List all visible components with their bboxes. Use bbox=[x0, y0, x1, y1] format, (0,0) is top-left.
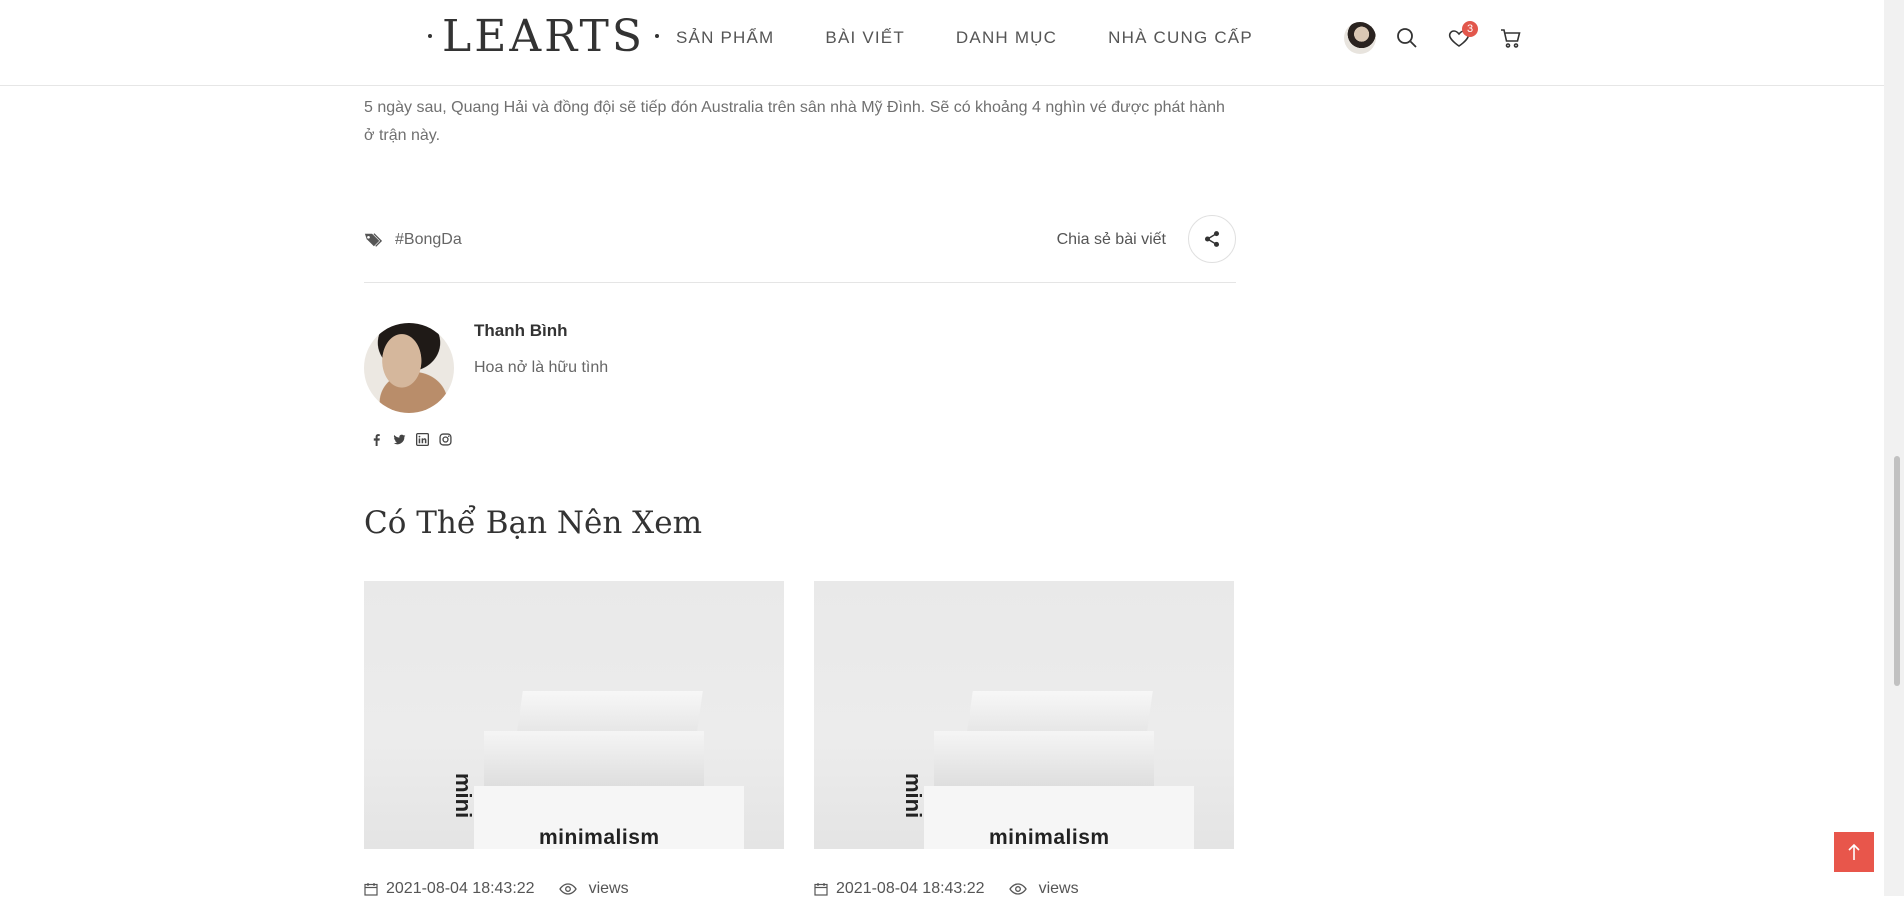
author-bio: Hoa nở là hữu tình bbox=[474, 359, 609, 376]
article-tag[interactable]: #BongDa bbox=[395, 231, 462, 249]
wishlist-count-badge: 3 bbox=[1462, 21, 1478, 37]
author-socials bbox=[370, 433, 452, 446]
logo-dot-right bbox=[654, 34, 659, 38]
logo-dot-left bbox=[428, 34, 432, 38]
user-avatar[interactable] bbox=[1344, 22, 1376, 54]
related-card-date: 2021-08-04 18:43:22 bbox=[836, 880, 985, 897]
nav-item-products[interactable]: SẢN PHẨM bbox=[676, 28, 774, 48]
nav-item-categories[interactable]: DANH MỤC bbox=[956, 28, 1057, 48]
book-cover-text: minimalism bbox=[539, 826, 660, 849]
related-card[interactable]: minimalism mini 2021-08-04 18:43:22 view… bbox=[814, 581, 1234, 898]
linkedin-icon[interactable] bbox=[416, 433, 429, 446]
tags-icon bbox=[364, 233, 382, 247]
nav-item-articles[interactable]: BÀI VIẾT bbox=[825, 28, 905, 48]
book-illustration-middle bbox=[484, 731, 704, 791]
facebook-icon[interactable] bbox=[370, 433, 383, 446]
share-icon bbox=[1204, 231, 1220, 247]
page-scrollbar[interactable] bbox=[1884, 0, 1904, 896]
book-spine-text: mini bbox=[451, 773, 476, 819]
logo[interactable]: LEARTS bbox=[428, 10, 659, 62]
author-name[interactable]: Thanh Bình bbox=[474, 321, 567, 341]
related-card[interactable]: minimalism mini 2021-08-04 18:43:22 view… bbox=[364, 581, 784, 898]
site-header: LEARTS SẢN PHẨM BÀI VIẾT DANH MỤC NHÀ CU… bbox=[0, 0, 1884, 86]
calendar-icon bbox=[364, 883, 378, 896]
nav-item-suppliers[interactable]: NHÀ CUNG CẤP bbox=[1108, 28, 1253, 48]
logo-text: LEARTS bbox=[442, 10, 645, 62]
calendar-icon bbox=[814, 883, 828, 896]
share-button[interactable] bbox=[1188, 215, 1236, 263]
share-label: Chia sẻ bài viết bbox=[1056, 231, 1166, 248]
related-card-meta: 2021-08-04 18:43:22 views bbox=[364, 880, 784, 898]
related-card-views: views bbox=[558, 880, 629, 898]
article-paragraph: 5 ngày sau, Quang Hải và đồng đội sẽ tiế… bbox=[364, 99, 1225, 144]
eye-icon bbox=[558, 883, 577, 895]
twitter-icon[interactable] bbox=[393, 433, 406, 446]
eye-icon bbox=[1008, 883, 1027, 895]
related-card-image[interactable]: minimalism mini bbox=[364, 581, 784, 849]
book-cover-text: minimalism bbox=[989, 826, 1110, 849]
related-card-views-label: views bbox=[1038, 880, 1079, 897]
tag-share-row: #BongDa Chia sẻ bài viết bbox=[364, 215, 1236, 267]
header-actions: 3 bbox=[1344, 21, 1548, 54]
instagram-icon[interactable] bbox=[439, 433, 452, 446]
related-card-date: 2021-08-04 18:43:22 bbox=[386, 880, 535, 897]
search-icon[interactable] bbox=[1392, 23, 1422, 53]
cart-icon[interactable] bbox=[1496, 23, 1526, 53]
related-card-views: views bbox=[1008, 880, 1079, 898]
wishlist-icon[interactable]: 3 bbox=[1444, 21, 1478, 53]
related-card-views-label: views bbox=[588, 880, 629, 897]
related-section-title: Có Thể Bạn Nên Xem bbox=[364, 505, 702, 541]
related-card-image[interactable]: minimalism mini bbox=[814, 581, 1234, 849]
arrow-up-icon bbox=[1848, 843, 1860, 860]
related-card-meta: 2021-08-04 18:43:22 views bbox=[814, 880, 1234, 898]
divider bbox=[364, 282, 1236, 283]
scrollbar-thumb[interactable] bbox=[1894, 456, 1900, 686]
main-nav: SẢN PHẨM BÀI VIẾT DANH MỤC NHÀ CUNG CẤP bbox=[676, 28, 1304, 48]
author-avatar bbox=[364, 323, 454, 413]
article-content: 5 ngày sau, Quang Hải và đồng đội sẽ tiế… bbox=[364, 85, 1236, 897]
book-illustration-middle bbox=[934, 731, 1154, 791]
book-spine-text: mini bbox=[901, 773, 926, 819]
back-to-top-button[interactable] bbox=[1834, 832, 1874, 872]
